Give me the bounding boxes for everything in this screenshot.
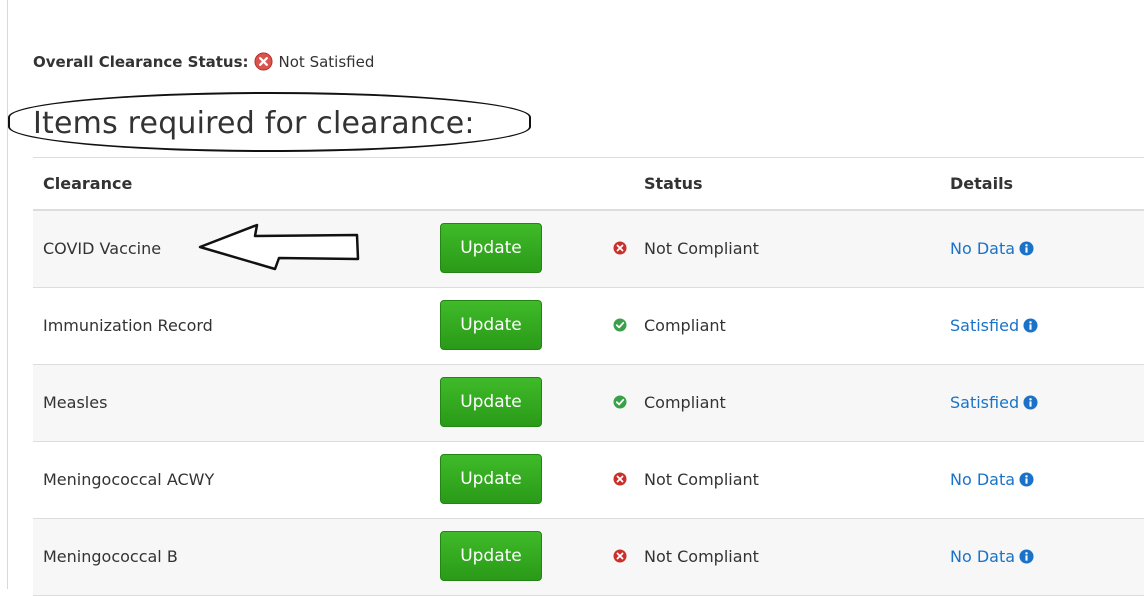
status-text: Compliant (644, 393, 726, 412)
x-circle-icon (613, 549, 627, 563)
annotation-arrow-icon (198, 223, 360, 271)
table-header: Clearance Status Details (33, 157, 1144, 211)
overall-status-value: Not Satisfied (278, 52, 375, 71)
overall-status-label: Overall Clearance Status: (33, 52, 249, 71)
left-border (7, 0, 8, 589)
details-link[interactable]: Satisfied (950, 393, 1038, 412)
details-text: No Data (950, 239, 1016, 258)
update-button[interactable]: Update (440, 223, 542, 273)
status-text: Not Compliant (644, 239, 759, 258)
table-row: Meningococcal ACWY Update Not Compliant … (33, 442, 1144, 519)
status-text: Not Compliant (644, 470, 759, 489)
info-icon (1019, 472, 1034, 487)
info-icon (1019, 549, 1034, 564)
clearance-name: Measles (43, 393, 108, 412)
update-button[interactable]: Update (440, 531, 542, 581)
clearance-name: Immunization Record (43, 316, 213, 335)
x-circle-icon (613, 241, 627, 255)
status-text: Not Compliant (644, 547, 759, 566)
clearance-name: Meningococcal B (43, 547, 178, 566)
table-row: Measles Update Compliant Satisfied (33, 365, 1144, 442)
table-row: Immunization Record Update Compliant Sat… (33, 288, 1144, 365)
info-icon (1023, 395, 1038, 410)
page-title: Items required for clearance: (33, 106, 475, 141)
overall-clearance-status: Overall Clearance Status: Not Satisfied (33, 52, 374, 71)
table-row: Meningococcal B Update Not Compliant No … (33, 519, 1144, 596)
details-text: No Data (950, 547, 1016, 566)
details-text: No Data (950, 470, 1016, 489)
update-button[interactable]: Update (440, 454, 542, 504)
info-icon (1019, 241, 1034, 256)
check-circle-icon (613, 318, 627, 332)
clearance-name: Meningococcal ACWY (43, 470, 215, 489)
details-link[interactable]: Satisfied (950, 316, 1038, 335)
details-link[interactable]: No Data (950, 470, 1034, 489)
details-text: Satisfied (950, 393, 1020, 412)
x-circle-icon (613, 472, 627, 486)
details-link[interactable]: No Data (950, 547, 1034, 566)
x-circle-icon (254, 52, 273, 71)
column-header-status: Status (644, 174, 703, 193)
check-circle-icon (613, 395, 627, 409)
column-header-clearance: Clearance (43, 174, 133, 193)
info-icon (1023, 318, 1038, 333)
update-button[interactable]: Update (440, 377, 542, 427)
update-button[interactable]: Update (440, 300, 542, 350)
details-text: Satisfied (950, 316, 1020, 335)
details-link[interactable]: No Data (950, 239, 1034, 258)
column-header-details: Details (950, 174, 1014, 193)
status-text: Compliant (644, 316, 726, 335)
clearance-name: COVID Vaccine (43, 239, 162, 258)
